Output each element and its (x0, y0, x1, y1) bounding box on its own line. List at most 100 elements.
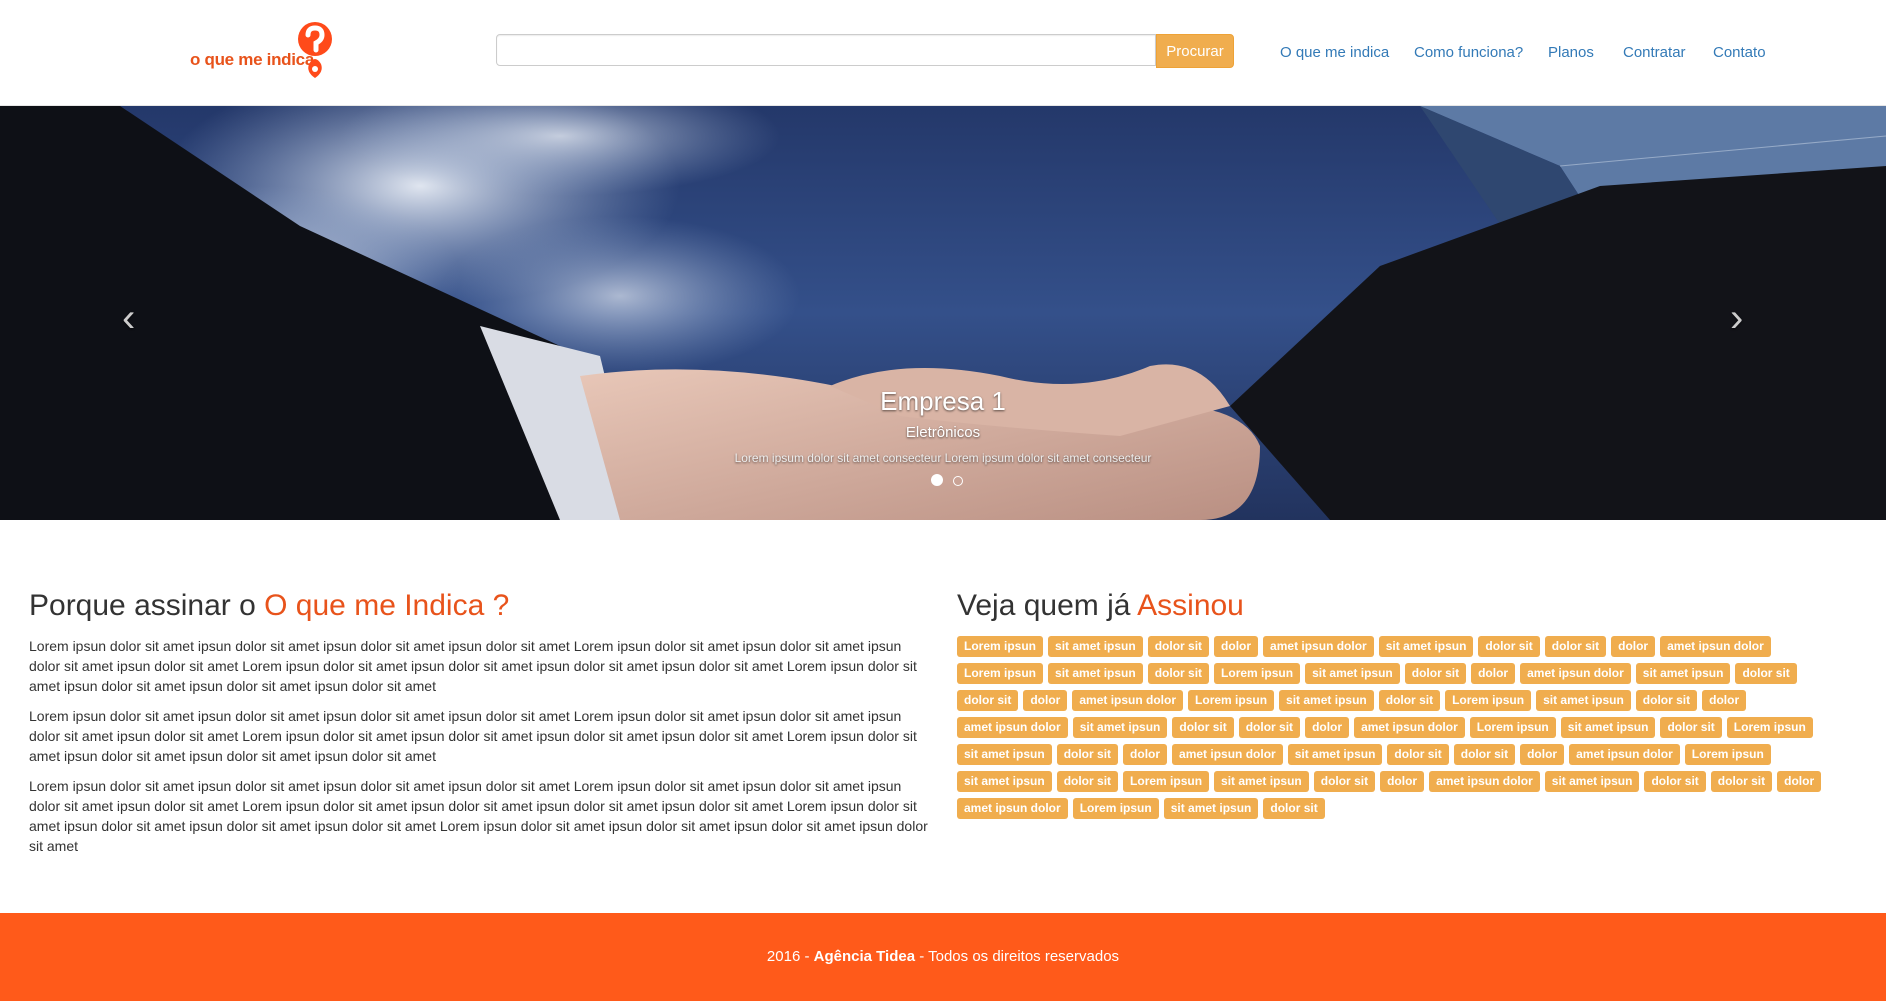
subscriber-tag[interactable]: amet ipsun dolor (1569, 744, 1680, 765)
heading-prefix: Porque assinar o (29, 589, 265, 622)
subscriber-tag[interactable]: sit amet ipsun (1279, 690, 1374, 711)
subscriber-tag[interactable]: dolor sit (1056, 744, 1119, 765)
subscriber-tag[interactable]: dolor (1380, 771, 1425, 792)
why-subscribe-heading: Porque assinar o O que me Indica ? (29, 588, 929, 624)
subscriber-tag[interactable]: dolor (1305, 717, 1350, 738)
carousel-subtitle: Eletrônicos (905, 424, 981, 441)
subscriber-tag[interactable]: dolor (1611, 636, 1656, 657)
subscriber-tag[interactable]: dolor (1214, 636, 1259, 657)
heading-accent: Assinou (1137, 589, 1244, 622)
subscriber-tag[interactable]: dolor (1123, 744, 1168, 765)
subscriber-tag[interactable]: dolor sit (1660, 717, 1722, 738)
subscriber-tag[interactable]: dolor sit (1735, 663, 1797, 684)
nav-item-o-que-me-indica[interactable]: O que me indica (1280, 44, 1389, 61)
paragraph: Lorem ipsun dolor sit amet ipsun dolor s… (29, 778, 928, 854)
subscriber-tag[interactable]: Lorem ipsun (1726, 717, 1813, 738)
question-mark-icon (298, 22, 332, 78)
navbar: o que me indica Procurar O que me indica… (0, 0, 1886, 106)
subscriber-tag[interactable]: sit amet ipsun (1287, 744, 1383, 765)
carousel-description: Lorem ipsum dolor sit amet consecteur Lo… (734, 451, 1152, 465)
why-subscribe-section: Porque assinar o O que me Indica ? Lorem… (29, 588, 929, 866)
subscriber-tag[interactable]: Lorem ipsun (1214, 663, 1301, 684)
subscriber-tag[interactable]: sit amet ipsun (1635, 663, 1731, 684)
subscriber-tag[interactable]: amet ipsun dolor (1263, 636, 1374, 657)
subscriber-tag[interactable]: amet ipsun dolor (957, 798, 1068, 819)
heading-accent: O que me Indica ? (264, 589, 510, 622)
subscriber-tag[interactable]: dolor sit (1453, 744, 1516, 765)
nav-item-contato[interactable]: Contato (1713, 44, 1766, 61)
subscriber-tag[interactable]: amet ipsun dolor (1172, 744, 1283, 765)
subscriber-tag[interactable]: dolor sit (1263, 798, 1325, 819)
subscriber-tag[interactable]: amet ipsun dolor (1354, 717, 1465, 738)
subscriber-tag[interactable]: sit amet ipsun (1048, 663, 1143, 684)
subscriber-tag[interactable]: dolor sit (1635, 690, 1698, 711)
subscriber-tag[interactable]: sit amet ipsun (957, 771, 1052, 792)
subscriber-tag[interactable]: dolor (1702, 690, 1747, 711)
subscriber-tag[interactable]: dolor sit (1147, 636, 1210, 657)
subscriber-tag[interactable]: Lorem ipsun (957, 636, 1044, 657)
footer: 2016 - Agência Tidea - Todos os direitos… (0, 913, 1886, 1001)
footer-year: 2016 - (766, 948, 814, 965)
subscriber-tag[interactable]: dolor sit (1544, 636, 1607, 657)
subscriber-tag[interactable]: dolor sit (1147, 663, 1210, 684)
subscriber-tag[interactable]: Lorem ipsun (1445, 690, 1532, 711)
subscriber-tag[interactable]: dolor sit (1313, 771, 1376, 792)
heading-prefix: Veja quem já (957, 589, 1138, 622)
subscriber-tag[interactable]: dolor sit (1056, 771, 1119, 792)
subscriber-tag[interactable]: dolor sit (1478, 636, 1540, 657)
subscriber-tag[interactable]: Lorem ipsun (1469, 717, 1556, 738)
subscriber-tag[interactable]: sit amet ipsun (1560, 717, 1656, 738)
subscriber-tag[interactable]: sit amet ipsun (1048, 636, 1143, 657)
brand-logo[interactable]: o que me indica (190, 20, 340, 86)
subscriber-tag[interactable]: Lorem ipsun (1684, 744, 1771, 765)
paragraph: Lorem ipsun dolor sit amet ipsun dolor s… (29, 708, 917, 764)
subscriber-tag[interactable]: Lorem ipsun (1072, 798, 1159, 819)
search-input[interactable] (496, 34, 1156, 66)
subscriber-tag[interactable]: sit amet ipsun (957, 744, 1052, 765)
subscriber-tag[interactable]: amet ipsun dolor (1072, 690, 1184, 711)
carousel-next-button[interactable]: › (1730, 296, 1743, 341)
footer-agency[interactable]: Agência Tidea (814, 948, 915, 965)
subscriber-tag[interactable]: sit amet ipsun (1072, 717, 1168, 738)
subscriber-tag[interactable]: sit amet ipsun (1544, 771, 1640, 792)
subscriber-tag[interactable]: dolor sit (957, 690, 1019, 711)
subscriber-tag[interactable]: amet ipsun dolor (1520, 663, 1631, 684)
subscriber-tag[interactable]: dolor (1023, 690, 1068, 711)
subscriber-tag[interactable]: dolor sit (1238, 717, 1301, 738)
subscriber-tag[interactable]: amet ipsun dolor (1429, 771, 1540, 792)
paragraph: Lorem ipsun dolor sit amet ipsun dolor s… (29, 638, 917, 694)
hero-carousel: ‹ › Empresa 1 Eletrônicos Lorem ipsum do… (0, 106, 1886, 520)
subscriber-tag[interactable]: Lorem ipsun (957, 663, 1044, 684)
subscriber-tag[interactable]: dolor (1777, 771, 1822, 792)
subscriber-tag[interactable]: dolor sit (1172, 717, 1234, 738)
subscriber-tag[interactable]: sit amet ipsun (1378, 636, 1474, 657)
carousel-indicators (928, 473, 966, 491)
subscriber-tag[interactable]: amet ipsun dolor (957, 717, 1068, 738)
nav-item-planos[interactable]: Planos (1548, 44, 1594, 61)
subscriber-tag[interactable]: dolor sit (1644, 771, 1706, 792)
nav-item-como-funciona[interactable]: Como funciona? (1414, 44, 1523, 61)
carousel-prev-button[interactable]: ‹ (122, 296, 135, 341)
subscriber-tag[interactable]: dolor sit (1404, 663, 1467, 684)
subscriber-tag[interactable]: Lorem ipsun (1123, 771, 1210, 792)
carousel-caption: Empresa 1 Eletrônicos Lorem ipsum dolor … (0, 386, 1886, 465)
subscriber-tag[interactable]: sit amet ipsun (1536, 690, 1631, 711)
carousel-indicator[interactable] (953, 476, 964, 486)
footer-rights: - Todos os direitos reservados (915, 948, 1120, 965)
subscriber-tag[interactable]: dolor (1471, 663, 1516, 684)
nav-item-contratar[interactable]: Contratar (1623, 44, 1686, 61)
subscriber-tag[interactable]: sit amet ipsun (1305, 663, 1400, 684)
subscriber-tag[interactable]: sit amet ipsun (1214, 771, 1309, 792)
subscriber-tag[interactable]: amet ipsun dolor (1660, 636, 1771, 657)
subscriber-tag[interactable]: sit amet ipsun (1163, 798, 1259, 819)
subscriber-tag[interactable]: dolor sit (1710, 771, 1773, 792)
subscriber-tags: Lorem ipsun sit amet ipsun dolor sit dolor a… (957, 636, 1862, 825)
subscriber-tag[interactable]: dolor (1520, 744, 1565, 765)
subscribers-heading: Veja quem já Assinou (957, 588, 1862, 624)
subscriber-tag[interactable]: Lorem ipsun (1188, 690, 1275, 711)
carousel-indicator[interactable] (931, 474, 943, 486)
subscriber-tag[interactable]: dolor sit (1387, 744, 1449, 765)
subscriber-tag[interactable]: dolor sit (1378, 690, 1441, 711)
carousel-title: Empresa 1 (880, 386, 1006, 416)
search-button[interactable]: Procurar (1156, 34, 1234, 68)
